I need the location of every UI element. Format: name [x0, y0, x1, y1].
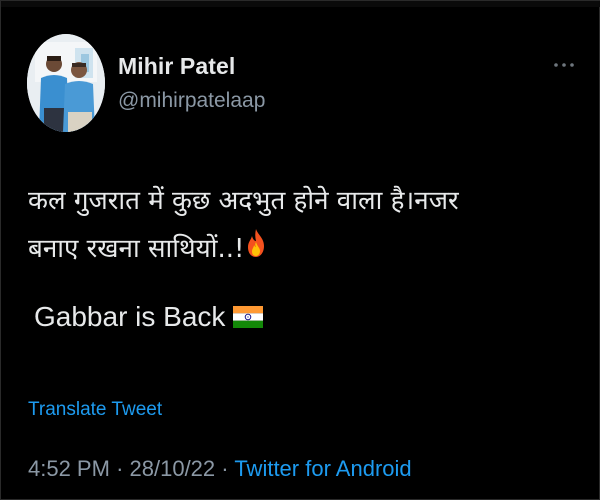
tweet-line-1: कल गुजरात में कुछ अदभुत होने वाला है।नजर	[28, 186, 459, 216]
tweet-date[interactable]: 28/10/22	[130, 456, 216, 481]
tweet-time[interactable]: 4:52 PM	[28, 456, 110, 481]
tweet-source-link[interactable]: Twitter for Android	[234, 456, 411, 481]
top-edge	[1, 1, 600, 7]
tweet-line-2: बनाए रखना साथियों..!	[28, 225, 578, 274]
tweet-text: कल गुजरात में कुछ अदभुत होने वाला है।नजर…	[28, 177, 578, 274]
tweet-meta: 4:52 PM · 28/10/22 · Twitter for Android	[28, 456, 412, 482]
more-options-icon[interactable]	[549, 57, 579, 73]
tweet-line-3-text: Gabbar is Back	[34, 301, 226, 332]
avatar[interactable]	[27, 34, 105, 132]
meta-separator-2: ·	[221, 456, 229, 481]
fire-emoji-icon	[244, 226, 268, 274]
author-handle[interactable]: @mihirpatelaap	[118, 89, 265, 113]
author-name[interactable]: Mihir Patel	[118, 53, 235, 80]
tweet-line-3: Gabbar is Back	[34, 301, 264, 335]
tweet-line-2-text: बनाए रखना साथियों..!	[28, 234, 245, 264]
translate-tweet-link[interactable]: Translate Tweet	[28, 399, 162, 421]
meta-separator: ·	[116, 456, 124, 481]
tweet-card: Mihir Patel @mihirpatelaap कल गुजरात में…	[0, 0, 600, 500]
india-flag-icon	[233, 303, 264, 335]
avatar-photo	[27, 34, 105, 132]
